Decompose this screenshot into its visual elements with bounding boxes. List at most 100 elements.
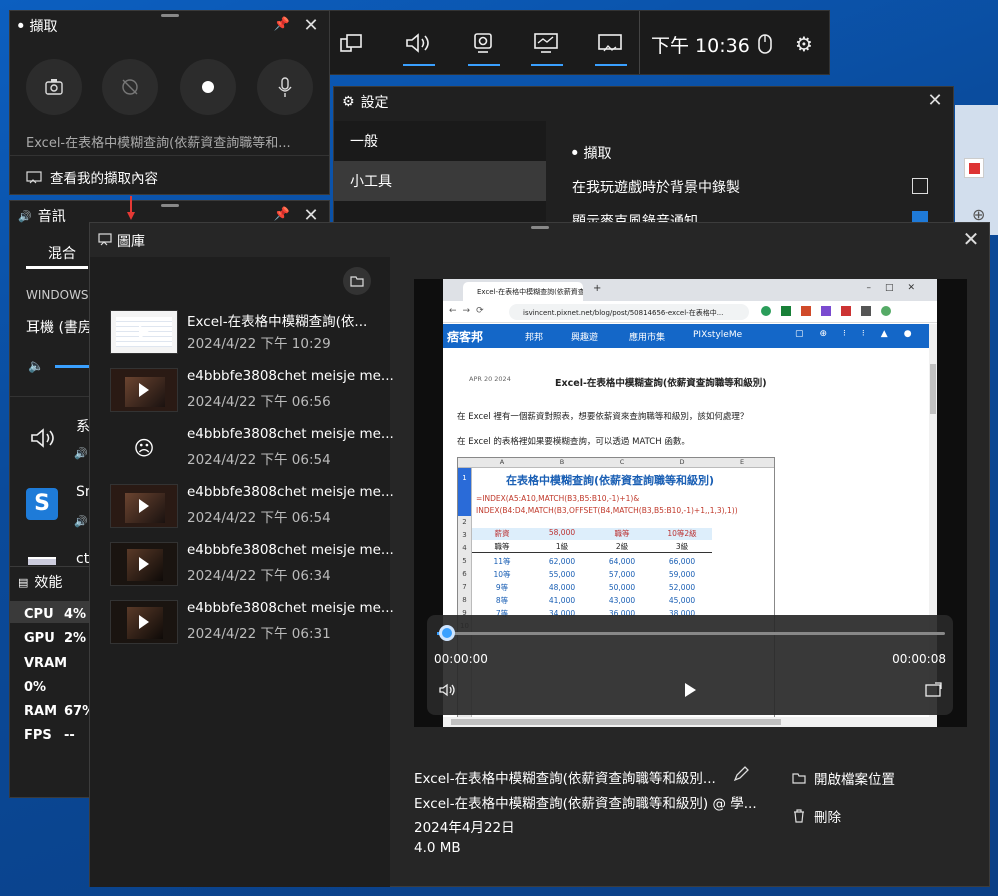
record-button[interactable] bbox=[180, 59, 236, 115]
capture-title: 擷取 bbox=[29, 19, 58, 35]
capture-titlebar[interactable]: ⏺ 擷取 📌 ✕ bbox=[10, 11, 329, 41]
close-icon[interactable]: ✕ bbox=[925, 91, 945, 111]
widget-menu-icon[interactable] bbox=[339, 33, 363, 55]
trash-icon bbox=[794, 809, 804, 823]
app-volume-icon[interactable]: 🔊 bbox=[74, 447, 88, 460]
browser-tab: Excel-在表格中模糊查詢(依薪資查詢 bbox=[463, 282, 583, 301]
site-brand: 痞客邦 bbox=[447, 330, 484, 344]
volume-icon[interactable]: 🔈 bbox=[28, 359, 44, 374]
performance-icon[interactable] bbox=[531, 31, 563, 71]
folder-icon bbox=[350, 276, 364, 287]
close-icon[interactable]: ✕ bbox=[301, 16, 321, 36]
audio-title: 音訊 bbox=[37, 209, 66, 225]
capture-date: 2024年4月22日 bbox=[414, 820, 515, 836]
post-title: Excel-在表格中模糊查詢(依薪資查詢職等和級別) bbox=[555, 378, 767, 389]
option-bg-record-checkbox[interactable] bbox=[912, 178, 928, 194]
settings-title: 設定 bbox=[360, 95, 389, 111]
thumbnail bbox=[110, 368, 178, 412]
gallery-item[interactable]: e4bbbfe3808chet meisje me... 2024/4/22 下… bbox=[110, 542, 394, 600]
gallery-title-icon bbox=[98, 232, 112, 246]
tab-mix[interactable]: 混合 bbox=[48, 243, 76, 263]
post-date: APR 20 2024 bbox=[469, 375, 511, 383]
close-icon[interactable]: ✕ bbox=[961, 229, 981, 249]
app-icon-3 bbox=[28, 557, 56, 565]
thumbnail bbox=[110, 542, 178, 586]
pin-icon[interactable]: 📌 bbox=[273, 17, 291, 35]
capture-size: 4.0 MB bbox=[414, 840, 461, 856]
perf-row: RAM 67% bbox=[24, 704, 96, 720]
record-last-button[interactable] bbox=[102, 59, 158, 115]
gear-icon[interactable]: ⚙ bbox=[795, 32, 813, 56]
fullscreen-icon[interactable] bbox=[925, 682, 943, 698]
app-red-icon[interactable] bbox=[964, 158, 984, 178]
browser-tabbar: Excel-在表格中模糊查詢(依薪資查詢 + –□✕ bbox=[443, 279, 937, 301]
browser-urlbar: ←→⟳ isvincent.pixnet.net/blog/post/50814… bbox=[443, 301, 937, 323]
thumbnail bbox=[110, 600, 178, 644]
mouse-icon[interactable] bbox=[757, 33, 773, 55]
microphone-button[interactable] bbox=[257, 59, 313, 115]
gallery-titlebar[interactable]: 圖庫 ✕ bbox=[90, 223, 989, 257]
capture-title: Excel-在表格中模糊查詢(依薪資查詢職等和級別... bbox=[414, 771, 716, 787]
gallery-item[interactable]: Excel-在表格中模糊查詢(依... 2024/4/22 下午 10:29 bbox=[110, 310, 378, 368]
seek-bar[interactable] bbox=[437, 632, 945, 635]
perf-titlebar[interactable]: ▤ 效能 bbox=[10, 567, 98, 597]
gallery-item[interactable]: e4bbbfe3808chet meisje me... 2024/4/22 下… bbox=[110, 368, 394, 426]
delete-button[interactable]: 刪除 bbox=[792, 806, 841, 826]
system-sound-icon bbox=[28, 426, 58, 450]
perf-list: CPU 4% GPU 2% VRAM0% RAM 67% FPS -- bbox=[24, 603, 98, 749]
gallery-item[interactable]: ☹ e4bbbfe3808chet meisje me... 2024/4/22… bbox=[110, 426, 394, 484]
gamebar-time: 下午 10:36 bbox=[651, 35, 750, 57]
screenshot-button[interactable] bbox=[26, 59, 82, 115]
gamebar: 下午 10:36 ⚙ bbox=[320, 10, 830, 75]
current-time: 00:00:00 bbox=[434, 652, 488, 666]
video-preview[interactable]: Excel-在表格中模糊查詢(依薪資查詢 + –□✕ ←→⟳ isvincent… bbox=[414, 279, 967, 727]
gallery-item[interactable]: e4bbbfe3808chet meisje me... 2024/4/22 下… bbox=[110, 600, 394, 658]
app-label-1: 系 bbox=[76, 419, 90, 435]
capture-widget: ⏺ 擷取 📌 ✕ Excel-在表格中模糊查詢(依薪資查詢職等和... 查看我的… bbox=[9, 10, 330, 195]
thumbnail bbox=[110, 310, 178, 354]
settings-titlebar[interactable]: ⚙ 設定 ✕ bbox=[334, 87, 953, 117]
nav-widgets[interactable]: 小工具 bbox=[334, 161, 546, 201]
window-controls: –□✕ bbox=[866, 283, 929, 293]
settings-nav: 一般 小工具 bbox=[334, 121, 546, 237]
last-capture-name: Excel-在表格中模糊查詢(依薪資查詢職等和... bbox=[26, 136, 291, 151]
gallery-list-pane: Excel-在表格中模糊查詢(依... 2024/4/22 下午 10:29 e… bbox=[90, 257, 394, 887]
clock-divider bbox=[639, 11, 640, 74]
speaker-small-icon: 🔊 bbox=[18, 209, 32, 223]
open-folder-button[interactable] bbox=[343, 267, 371, 295]
volume-icon[interactable] bbox=[438, 683, 456, 697]
player-controls: 00:00:00 00:00:08 bbox=[427, 615, 953, 715]
capture-icon[interactable] bbox=[468, 31, 500, 71]
gallery-small-icon bbox=[26, 171, 42, 184]
snagit-icon: S bbox=[26, 488, 58, 520]
open-location-button[interactable]: 開啟檔案位置 bbox=[792, 768, 895, 788]
audio-icon[interactable] bbox=[403, 31, 435, 71]
app-volume-icon[interactable]: 🔊 bbox=[74, 515, 88, 528]
folder-icon bbox=[792, 773, 806, 784]
settings-section-title: ⏺ 擷取 bbox=[572, 146, 612, 162]
device-name[interactable]: 耳機 (書房 bbox=[26, 317, 92, 337]
seek-thumb[interactable] bbox=[439, 625, 456, 641]
perf-title: 效能 bbox=[34, 575, 63, 591]
view-captures-link[interactable]: 查看我的擷取內容 bbox=[26, 167, 158, 187]
capture-subtitle: Excel-在表格中模糊查詢(依薪資查詢職等和級別) @ 學... bbox=[414, 796, 757, 812]
gallery-item[interactable]: e4bbbfe3808chet meisje me... 2024/4/22 下… bbox=[110, 484, 394, 542]
url-text: isvincent.pixnet.net/blog/post/50814656-… bbox=[509, 304, 749, 320]
capture-title-icon: ⏺ bbox=[18, 19, 24, 32]
gallery-title: 圖庫 bbox=[117, 234, 145, 250]
option-bg-record-label: 在我玩遊戲時於背景中錄製 bbox=[572, 180, 740, 196]
gallery-window: 圖庫 ✕ Excel-在表格中模糊查詢(依... 2024/4/22 下午 10… bbox=[89, 222, 990, 887]
performance-widget: ▤ 效能 CPU 4% GPU 2% VRAM0% RAM 67% FPS -- bbox=[9, 566, 100, 798]
gear-icon: ⚙ bbox=[342, 94, 355, 110]
settings-window: ⚙ 設定 ✕ 一般 小工具 ⏺擷取 在我玩遊戲時於背景中錄製 顯示麥克風錄音通知 bbox=[333, 86, 954, 237]
edit-name-icon[interactable] bbox=[732, 765, 750, 783]
nav-general[interactable]: 一般 bbox=[334, 121, 546, 161]
para2: 在 Excel 的表格裡如果要模糊查詢，可以透過 MATCH 函數。 bbox=[457, 437, 690, 447]
red-arrow bbox=[127, 196, 135, 222]
perf-title-icon: ▤ bbox=[18, 575, 29, 589]
gallery-icon[interactable] bbox=[595, 31, 627, 71]
perf-row: FPS -- bbox=[24, 728, 75, 744]
capture-divider bbox=[10, 155, 329, 156]
play-button[interactable] bbox=[685, 683, 696, 697]
thumbnail bbox=[110, 484, 178, 528]
